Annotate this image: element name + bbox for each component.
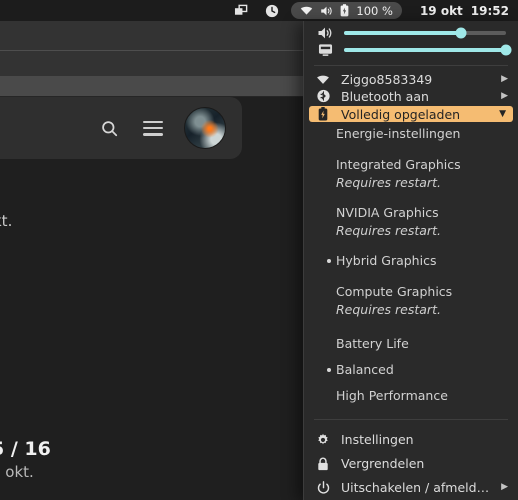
network-label: Ziggo8583349 bbox=[341, 72, 433, 88]
battery-full-icon bbox=[316, 107, 330, 121]
menu-item-shutdown[interactable]: Uitschakelen / afmelden ▶ bbox=[304, 476, 518, 500]
background-text-okt: kt. bbox=[0, 212, 13, 230]
avatar[interactable] bbox=[184, 107, 226, 149]
system-top-bar: 100 % 19 okt 19:52 bbox=[0, 0, 518, 21]
menu-divider-top bbox=[314, 64, 508, 66]
graphics-compute-label: Compute Graphics bbox=[336, 284, 453, 300]
graphics-integrated-label: Integrated Graphics bbox=[336, 157, 461, 173]
topbar-date: 19 okt bbox=[419, 3, 463, 18]
power-icon bbox=[316, 481, 330, 495]
menu-item-graphics-compute[interactable]: Compute Graphics Requires restart. bbox=[304, 283, 518, 318]
lock-label: Vergrendelen bbox=[341, 456, 425, 472]
wifi-icon bbox=[300, 5, 313, 16]
menu-item-graphics-nvidia[interactable]: NVIDIA Graphics Requires restart. bbox=[304, 204, 518, 239]
menu-item-profile-high-performance[interactable]: High Performance bbox=[304, 387, 518, 405]
volume-icon bbox=[320, 5, 333, 17]
chevron-down-icon[interactable]: ▼ bbox=[499, 109, 506, 119]
menu-bottom-group: Instellingen Vergrendelen Uitschakelen /… bbox=[304, 426, 518, 500]
bluetooth-label: Bluetooth aan bbox=[341, 88, 429, 104]
graphics-nvidia-note: Requires restart. bbox=[336, 223, 441, 239]
clock-history-icon[interactable] bbox=[265, 4, 279, 18]
topbar-time: 19:52 bbox=[470, 3, 509, 18]
brightness-slider-row[interactable] bbox=[304, 41, 518, 58]
profile-balanced-label: Balanced bbox=[336, 362, 394, 378]
settings-label: Instellingen bbox=[341, 432, 414, 448]
menu-item-network[interactable]: Ziggo8583349 ▶ bbox=[304, 71, 518, 88]
background-counter: 5 / 16 bbox=[0, 438, 51, 460]
volume-icon bbox=[316, 26, 334, 40]
gear-icon bbox=[316, 433, 330, 447]
power-profile-group: Battery Life Balanced High Performance bbox=[304, 332, 518, 405]
battery-status-label: Volledig opgeladen bbox=[341, 106, 461, 122]
menu-item-bluetooth[interactable]: Bluetooth aan ▶ bbox=[304, 88, 518, 105]
brightness-slider-thumb[interactable] bbox=[500, 44, 512, 56]
bluetooth-icon bbox=[316, 89, 330, 103]
hamburger-menu-icon[interactable] bbox=[140, 115, 166, 141]
profile-battery-life-label: Battery Life bbox=[336, 336, 409, 352]
selected-bullet-icon bbox=[327, 368, 331, 373]
brightness-slider-track[interactable] bbox=[344, 44, 512, 56]
lock-icon bbox=[316, 457, 330, 471]
profile-high-performance-label: High Performance bbox=[336, 388, 448, 404]
search-icon[interactable] bbox=[96, 115, 122, 141]
menu-item-graphics-hybrid[interactable]: Hybrid Graphics bbox=[304, 252, 518, 270]
display-brightness-icon bbox=[316, 43, 334, 57]
menu-item-graphics-integrated[interactable]: Integrated Graphics Requires restart. bbox=[304, 156, 518, 191]
background-browser-toolbar bbox=[0, 97, 242, 159]
volume-slider-track[interactable] bbox=[344, 27, 506, 39]
menu-item-power-settings[interactable]: Energie-instellingen bbox=[304, 125, 518, 143]
battery-percent-label: 100 % bbox=[356, 3, 393, 18]
menu-item-profile-battery-life[interactable]: Battery Life bbox=[304, 335, 518, 353]
topbar-datetime[interactable]: 19 okt 19:52 bbox=[420, 4, 509, 18]
wifi-icon bbox=[316, 74, 330, 85]
chevron-right-icon[interactable]: ▶ bbox=[501, 483, 508, 492]
graphics-hybrid-label: Hybrid Graphics bbox=[336, 253, 437, 269]
window-switcher-icon[interactable] bbox=[234, 4, 249, 18]
volume-slider-fill bbox=[344, 30, 461, 35]
chevron-right-icon[interactable]: ▶ bbox=[501, 91, 508, 101]
power-settings-label: Energie-instellingen bbox=[336, 126, 461, 142]
graphics-nvidia-label: NVIDIA Graphics bbox=[336, 205, 439, 221]
graphics-mode-group: Integrated Graphics Requires restart. NV… bbox=[304, 153, 518, 318]
volume-slider-row[interactable] bbox=[304, 24, 518, 41]
menu-item-profile-balanced[interactable]: Balanced bbox=[304, 361, 518, 379]
graphics-compute-note: Requires restart. bbox=[336, 302, 441, 318]
menu-divider-bottom bbox=[314, 419, 508, 420]
chevron-right-icon[interactable]: ▶ bbox=[501, 75, 508, 84]
graphics-integrated-note: Requires restart. bbox=[336, 175, 441, 191]
system-menu-panel: Ziggo8583349 ▶ Bluetooth aan ▶ Volledig … bbox=[303, 21, 518, 500]
menu-item-battery[interactable]: Volledig opgeladen ▼ bbox=[309, 106, 513, 123]
shutdown-label: Uitschakelen / afmelden bbox=[341, 480, 491, 496]
brightness-slider-fill bbox=[344, 48, 506, 53]
selected-bullet-icon bbox=[327, 259, 331, 264]
status-pill[interactable]: 100 % bbox=[291, 2, 402, 19]
background-date: 9 okt. bbox=[0, 463, 34, 481]
menu-item-lock[interactable]: Vergrendelen bbox=[304, 452, 518, 476]
battery-icon bbox=[340, 4, 349, 17]
volume-slider-thumb[interactable] bbox=[455, 27, 467, 39]
menu-item-settings[interactable]: Instellingen bbox=[304, 428, 518, 452]
